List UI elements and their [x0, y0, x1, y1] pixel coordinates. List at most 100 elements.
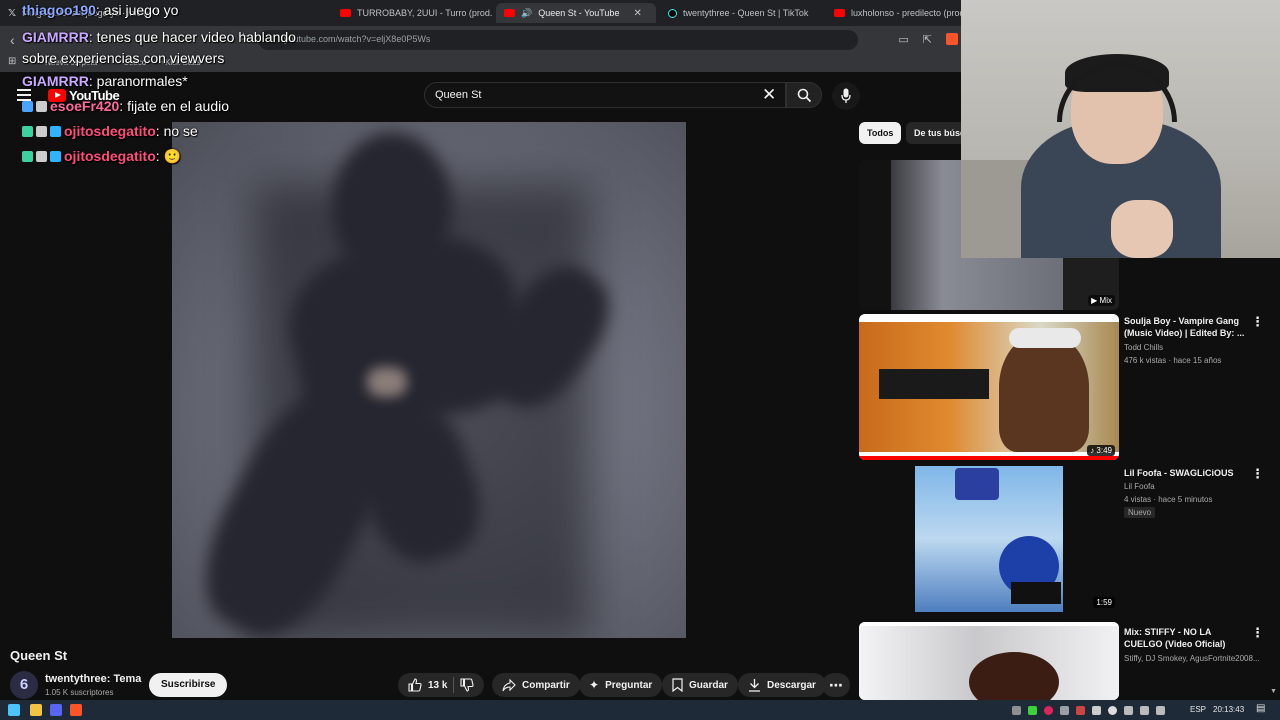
file-explorer-icon[interactable]: [30, 704, 42, 716]
search-input[interactable]: Queen St: [424, 82, 786, 108]
recommendation-channel[interactable]: Stiffy, DJ Smokey, AgusFortnite2008...: [1124, 654, 1260, 663]
recommendation-title[interactable]: Soulja Boy - Vampire Gang (Music Video) …: [1124, 315, 1248, 339]
chat-username: ojitosdegatito: [64, 148, 156, 164]
recommendation-meta: 476 k vistas · hace 15 años: [1124, 356, 1222, 365]
tray-icon[interactable]: [1044, 706, 1053, 715]
channel-name[interactable]: twentythree: Tema: [45, 673, 141, 685]
tray-icon[interactable]: [1124, 706, 1133, 715]
share-button[interactable]: Compartir: [492, 673, 580, 697]
video-figure-hand: [367, 367, 407, 397]
tab-tiktok[interactable]: twentythree - Queen St | TikTok: [660, 3, 820, 23]
recommendation-channel[interactable]: Todd Chills: [1124, 343, 1163, 352]
language-indicator[interactable]: ESP: [1190, 705, 1206, 714]
thumbnail-caption-box: [1011, 582, 1061, 604]
chat-badge-icon: [50, 151, 61, 162]
share-icon[interactable]: ⇱: [923, 33, 932, 46]
more-options-icon[interactable]: ⋮: [1251, 314, 1264, 330]
chat-message: GIAMRRR: paranormales*: [22, 73, 188, 89]
chat-username: GIAMRRR: [22, 73, 89, 89]
chat-username: thiagoo190: [22, 2, 96, 18]
sparkle-icon: ✦: [589, 678, 600, 692]
tab-queen-st[interactable]: 🔊 Queen St - YouTube ✕: [496, 3, 656, 23]
download-button[interactable]: Descargar: [738, 673, 826, 697]
chat-message: ojitosdegatito: no se: [22, 123, 198, 139]
chat-badge-icon: [22, 151, 33, 162]
speaker-icon: 🔊: [521, 7, 533, 18]
microphone-icon: [841, 88, 851, 103]
tray-icon[interactable]: [1028, 706, 1037, 715]
volume-icon[interactable]: [1156, 706, 1165, 715]
webcam-overlay: [961, 0, 1280, 258]
chat-username: GIAMRRR: [22, 29, 89, 45]
tab-label: TURROBABY, 2UUI - Turro (prod. Tul: [357, 8, 492, 18]
chat-message: esoeFr420: fijate en el audio: [22, 98, 229, 114]
recommendation-thumbnail[interactable]: 1:59: [859, 466, 1119, 612]
chat-message: ojitosdegatito: 🙂: [22, 148, 181, 165]
ask-button[interactable]: ✦ Preguntar: [579, 673, 663, 697]
brave-shield-icon[interactable]: [946, 33, 958, 45]
chip-all[interactable]: Todos: [859, 122, 902, 144]
chat-text: paranormales*: [96, 73, 188, 89]
duration-text: 3:49: [1096, 446, 1112, 455]
chat-username: esoeFr420: [50, 98, 120, 114]
recommendation-thumbnail[interactable]: ♪ 3:49: [859, 314, 1119, 460]
tab-turrobaby[interactable]: TURROBABY, 2UUI - Turro (prod. Tul: [332, 3, 492, 23]
subscribe-button[interactable]: Suscribirse: [149, 673, 228, 697]
share-arrow-icon: [502, 678, 516, 691]
download-icon: [749, 679, 760, 692]
tray-icon[interactable]: [1108, 706, 1117, 715]
download-label: Descargar: [767, 679, 816, 691]
tray-icon[interactable]: [1060, 706, 1069, 715]
discord-icon[interactable]: [50, 704, 62, 716]
save-button[interactable]: Guardar: [662, 673, 738, 697]
recommendation-thumbnail[interactable]: [859, 622, 1119, 700]
recommendation-title[interactable]: Lil Foofa - SWAGLiCiOUS: [1124, 467, 1248, 479]
more-options-icon[interactable]: ⋮: [1251, 625, 1264, 641]
tab-label: luxholonso - predilecto (prod. el: [851, 8, 966, 18]
recommendation-channel[interactable]: Lil Foofa: [1124, 482, 1155, 491]
brave-browser-icon[interactable]: [70, 704, 82, 716]
recommendation-meta: 4 vistas · hace 5 minutos: [1124, 495, 1213, 504]
thumbnail-shape: [955, 468, 999, 500]
tiktok-favicon-icon: [668, 8, 677, 18]
clock[interactable]: 20:13:43: [1213, 705, 1244, 714]
video-player[interactable]: [172, 122, 686, 638]
tray-icon[interactable]: [1076, 706, 1085, 715]
more-actions-button[interactable]: ⋯: [822, 673, 850, 697]
voice-search-button[interactable]: [832, 82, 860, 110]
webcam-person-hand: [1111, 200, 1173, 258]
more-options-icon[interactable]: ⋮: [1251, 466, 1264, 482]
new-badge: Nuevo: [1124, 507, 1156, 518]
clear-search-icon[interactable]: ✕: [762, 85, 776, 105]
thumbs-down-icon[interactable]: [460, 678, 475, 692]
thumbnail-shape: [999, 334, 1089, 452]
channel-avatar[interactable]: 6: [10, 671, 38, 699]
more-dots-icon: ⋯: [829, 676, 843, 693]
tab-luxholonso[interactable]: luxholonso - predilecto (prod. el: [826, 3, 966, 23]
mix-badge: ▶ Mix: [1088, 295, 1115, 306]
search-button[interactable]: [786, 82, 822, 108]
bookmark-save-icon: [672, 678, 683, 692]
apps-grid-icon[interactable]: ⊞: [8, 56, 16, 67]
thumbnail-top-edge: [859, 622, 1119, 626]
back-arrow-icon[interactable]: ‹: [10, 32, 15, 48]
screen-cast-icon[interactable]: ▭: [898, 33, 908, 46]
tray-icon[interactable]: [1012, 706, 1021, 715]
scroll-down-arrow-icon[interactable]: ▼: [1270, 688, 1277, 695]
tab-label: twentythree - Queen St | TikTok: [683, 8, 809, 18]
close-tab-icon[interactable]: ✕: [633, 8, 641, 19]
like-count[interactable]: 13 k: [428, 680, 447, 691]
youtube-favicon-icon: [340, 9, 351, 17]
url-field[interactable]: youtube.com/watch?v=eljX8e0P5Ws: [258, 30, 858, 50]
tray-icon[interactable]: [1092, 706, 1101, 715]
chat-badge-icon: [36, 101, 47, 112]
windows-start-icon[interactable]: [8, 704, 20, 716]
thumbs-up-icon[interactable]: [408, 678, 422, 692]
video-duration: ♪ 3:49: [1087, 445, 1115, 456]
network-icon[interactable]: [1140, 706, 1149, 715]
recommendation-title[interactable]: Mix: STIFFY - NO LA CUELGO (Video Oficia…: [1124, 626, 1248, 650]
chat-badge-icon: [36, 151, 47, 162]
chat-text: fijate en el audio: [127, 98, 230, 114]
chat-badge-icon: [50, 126, 61, 137]
notifications-icon[interactable]: ▤: [1256, 703, 1265, 714]
